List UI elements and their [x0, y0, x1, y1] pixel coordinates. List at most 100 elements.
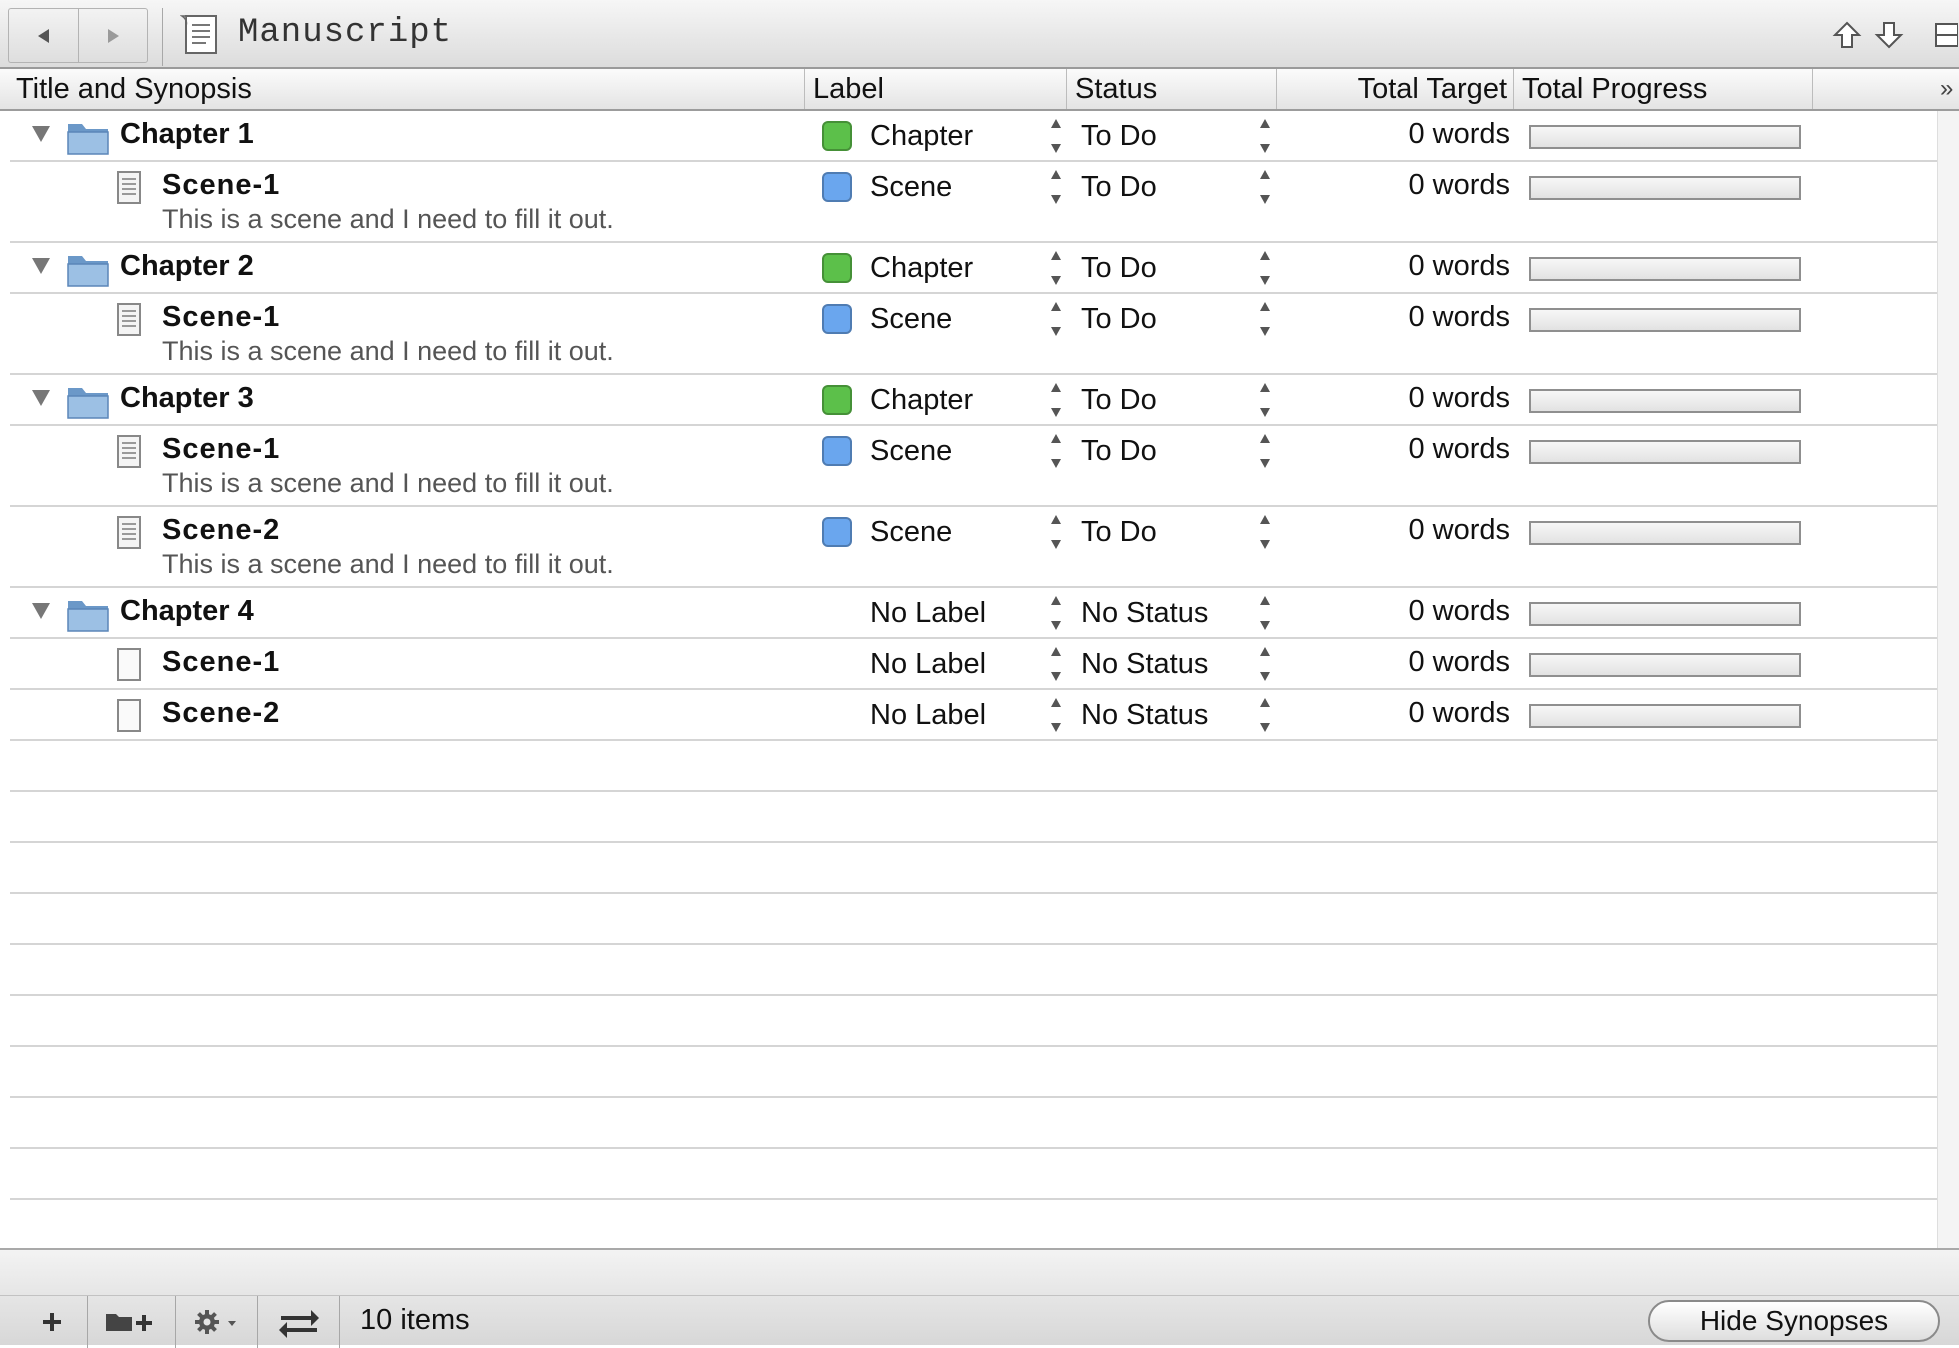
row-title[interactable]: Scene-1	[162, 646, 280, 679]
outline-row-scene[interactable]: Scene-1 This is a scene and I need to fil…	[10, 294, 1937, 375]
hide-synopses-button[interactable]: Hide Synopses	[1648, 1300, 1940, 1342]
back-button[interactable]	[8, 8, 78, 63]
status-value[interactable]: To Do	[1081, 252, 1157, 285]
status-popup-button[interactable]	[1257, 300, 1273, 343]
row-title[interactable]: Scene-1	[162, 169, 280, 202]
label-popup-button[interactable]	[1048, 117, 1064, 160]
label-value[interactable]: Chapter	[870, 252, 973, 285]
label-value[interactable]: Scene	[870, 516, 952, 549]
outline-row-scene[interactable]: Scene-2 This is a scene and I need to fil…	[10, 507, 1937, 588]
label-value[interactable]: Scene	[870, 171, 952, 204]
document-icon-wrap	[116, 698, 144, 739]
progress-bar	[1529, 257, 1801, 281]
status-popup-button[interactable]	[1257, 645, 1273, 688]
status-popup-button[interactable]	[1257, 696, 1273, 739]
label-popup-button[interactable]	[1048, 696, 1064, 739]
label-popup-button[interactable]	[1048, 168, 1064, 211]
row-title[interactable]: Scene-2	[162, 514, 280, 547]
label-value[interactable]: Chapter	[870, 120, 973, 153]
status-popup-button[interactable]	[1257, 168, 1273, 211]
status-value[interactable]: To Do	[1081, 171, 1157, 204]
label-popup-button[interactable]	[1048, 432, 1064, 475]
column-title-synopsis[interactable]: Title and Synopsis	[8, 69, 805, 109]
empty-row-line	[10, 841, 1937, 843]
label-color-swatch	[822, 517, 852, 547]
empty-row-line	[10, 1198, 1937, 1200]
swap-view-button[interactable]	[258, 1296, 340, 1348]
label-popup-button[interactable]	[1048, 381, 1064, 424]
label-value[interactable]: Scene	[870, 435, 952, 468]
forward-button[interactable]	[78, 8, 148, 63]
status-value[interactable]: No Status	[1081, 699, 1208, 732]
status-value[interactable]: No Status	[1081, 648, 1208, 681]
split-view-button[interactable]	[1934, 22, 1959, 53]
add-folder-icon	[105, 1314, 152, 1331]
column-status[interactable]: Status	[1067, 69, 1277, 109]
status-popup-button[interactable]	[1257, 381, 1273, 424]
status-popup-button[interactable]	[1257, 513, 1273, 556]
status-popup-button[interactable]	[1257, 249, 1273, 292]
total-target: 0 words	[1408, 514, 1510, 546]
label-popup-button[interactable]	[1048, 249, 1064, 292]
move-down-button[interactable]	[1874, 20, 1904, 55]
disclosure-toggle[interactable]	[30, 388, 52, 413]
disclosure-toggle[interactable]	[30, 124, 52, 149]
row-title[interactable]: Chapter 1	[120, 118, 254, 151]
label-popup-button[interactable]	[1048, 645, 1064, 688]
row-synopsis[interactable]: This is a scene and I need to fill it ou…	[162, 468, 614, 499]
disclosure-toggle[interactable]	[30, 256, 52, 281]
row-title[interactable]: Scene-1	[162, 301, 280, 334]
progress-bar	[1529, 653, 1801, 677]
outline-row-chapter[interactable]: Chapter 3 Chapter To Do 0 words	[10, 375, 1937, 426]
column-total-progress[interactable]: Total Progress	[1514, 69, 1813, 109]
status-popup-button[interactable]	[1257, 117, 1273, 160]
status-value[interactable]: To Do	[1081, 120, 1157, 153]
label-value[interactable]: No Label	[870, 699, 986, 732]
outline-row-scene[interactable]: Scene-2 No Label No Status 0 words	[10, 690, 1937, 741]
status-value[interactable]: To Do	[1081, 516, 1157, 549]
add-folder-button[interactable]	[88, 1296, 176, 1348]
row-title[interactable]: Chapter 2	[120, 250, 254, 283]
bottom-toolbar: 10 items Hide Synopses	[0, 1295, 1959, 1348]
label-popup-button[interactable]	[1048, 513, 1064, 556]
row-title[interactable]: Chapter 4	[120, 595, 254, 628]
status-value[interactable]: To Do	[1081, 435, 1157, 468]
column-label[interactable]: Label	[805, 69, 1067, 109]
folder-icon-wrap	[66, 252, 110, 293]
row-synopsis[interactable]: This is a scene and I need to fill it ou…	[162, 336, 614, 367]
outline-row-scene[interactable]: Scene-1 This is a scene and I need to fil…	[10, 426, 1937, 507]
document-icon-wrap	[116, 170, 144, 211]
add-document-button[interactable]	[16, 1296, 88, 1348]
row-synopsis[interactable]: This is a scene and I need to fill it ou…	[162, 204, 614, 235]
label-popup-button[interactable]	[1048, 300, 1064, 343]
settings-menu-button[interactable]	[176, 1296, 258, 1348]
label-value[interactable]: Scene	[870, 303, 952, 336]
row-synopsis[interactable]: This is a scene and I need to fill it ou…	[162, 549, 614, 580]
move-up-button[interactable]	[1832, 20, 1862, 55]
row-title[interactable]: Scene-2	[162, 697, 280, 730]
label-value[interactable]: No Label	[870, 648, 986, 681]
label-value[interactable]: No Label	[870, 597, 986, 630]
column-total-target[interactable]: Total Target	[1277, 69, 1514, 109]
row-title[interactable]: Chapter 3	[120, 382, 254, 415]
disclosure-toggle[interactable]	[30, 601, 52, 626]
status-popup-button[interactable]	[1257, 594, 1273, 637]
outline-row-chapter[interactable]: Chapter 2 Chapter To Do 0 words	[10, 243, 1937, 294]
status-value[interactable]: To Do	[1081, 384, 1157, 417]
outline-row-chapter[interactable]: Chapter 4 No Label No Status 0 words	[10, 588, 1937, 639]
status-value[interactable]: No Status	[1081, 597, 1208, 630]
status-popup-button[interactable]	[1257, 432, 1273, 475]
swap-arrows-icon	[278, 1310, 319, 1338]
scrollbar-track[interactable]	[1937, 111, 1959, 1248]
more-columns-button[interactable]: »	[1940, 69, 1953, 109]
label-value[interactable]: Chapter	[870, 384, 973, 417]
status-value[interactable]: To Do	[1081, 303, 1157, 336]
plus-icon	[42, 1313, 61, 1331]
label-popup-button[interactable]	[1048, 594, 1064, 637]
empty-row-line	[10, 943, 1937, 945]
row-title[interactable]: Scene-1	[162, 433, 280, 466]
outline-row-scene[interactable]: Scene-1 This is a scene and I need to fil…	[10, 162, 1937, 243]
outline-row-chapter[interactable]: Chapter 1 Chapter To Do 0 words	[10, 111, 1937, 162]
outline-row-scene[interactable]: Scene-1 No Label No Status 0 words	[10, 639, 1937, 690]
popup-arrows-icon	[1051, 647, 1061, 681]
